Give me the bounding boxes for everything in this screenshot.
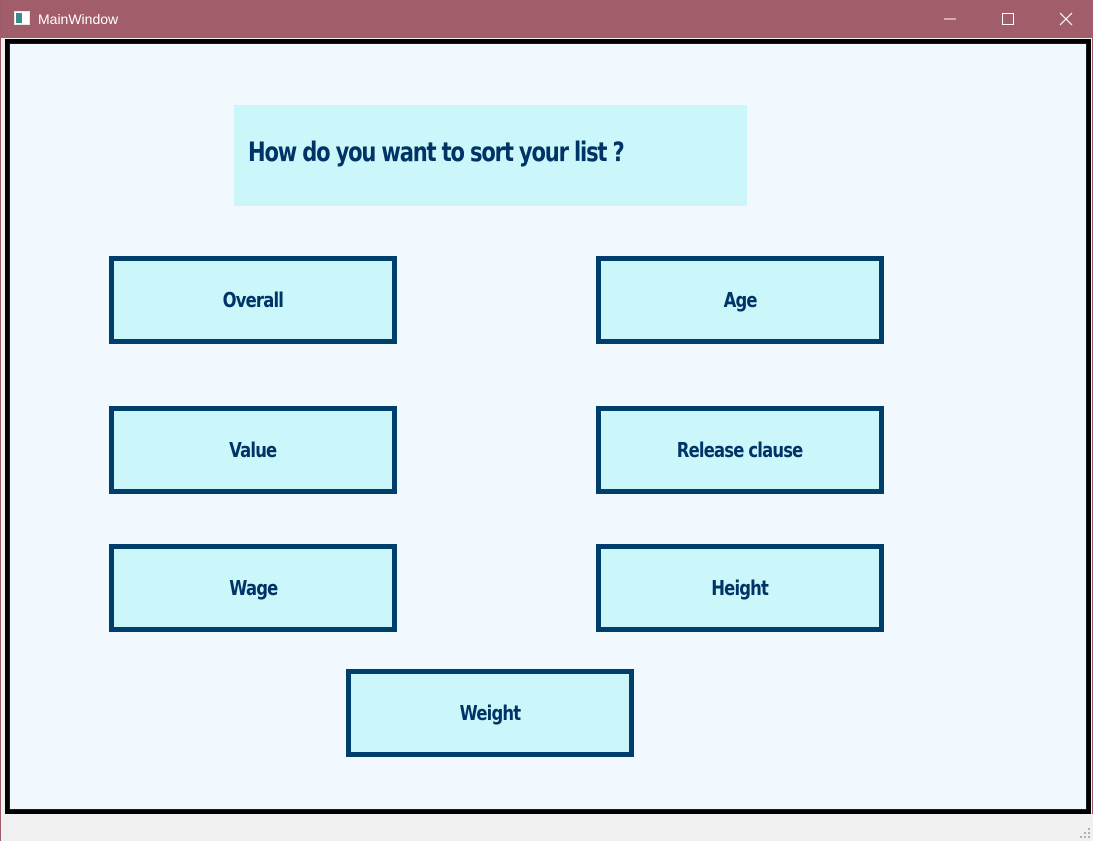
- close-icon: [1059, 12, 1073, 26]
- button-label: Wage: [228, 576, 278, 600]
- sort-by-age-button[interactable]: Age: [596, 256, 884, 344]
- minimize-icon: [944, 18, 956, 20]
- sort-by-overall-button[interactable]: Overall: [109, 256, 397, 344]
- title-bar[interactable]: MainWindow: [1, 0, 1093, 38]
- button-label: Overall: [222, 288, 284, 312]
- heading-panel: How do you want to sort your list ?: [234, 105, 747, 206]
- close-button[interactable]: [1037, 0, 1093, 38]
- page-title: How do you want to sort your list ?: [248, 137, 625, 168]
- client-area: How do you want to sort your list ? Over…: [5, 39, 1091, 814]
- sort-by-wage-button[interactable]: Wage: [109, 544, 397, 632]
- status-bar: [2, 814, 1093, 841]
- sort-by-release-clause-button[interactable]: Release clause: [596, 406, 884, 494]
- window-title: MainWindow: [38, 11, 119, 27]
- button-label: Height: [711, 576, 770, 600]
- main-window: MainWindow How do you want to sort your …: [0, 0, 1093, 841]
- content-panel: How do you want to sort your list ? Over…: [9, 43, 1087, 810]
- button-label: Age: [723, 288, 757, 312]
- sort-by-weight-button[interactable]: Weight: [346, 669, 634, 757]
- sort-by-value-button[interactable]: Value: [109, 406, 397, 494]
- button-label: Weight: [459, 701, 521, 725]
- minimize-button[interactable]: [921, 0, 979, 38]
- button-label: Value: [229, 438, 277, 462]
- button-label: Release clause: [677, 438, 803, 462]
- maximize-icon: [1002, 13, 1014, 25]
- resize-grip-icon[interactable]: [1080, 828, 1090, 838]
- sort-by-height-button[interactable]: Height: [596, 544, 884, 632]
- app-window-icon: [14, 11, 30, 25]
- maximize-button[interactable]: [979, 0, 1037, 38]
